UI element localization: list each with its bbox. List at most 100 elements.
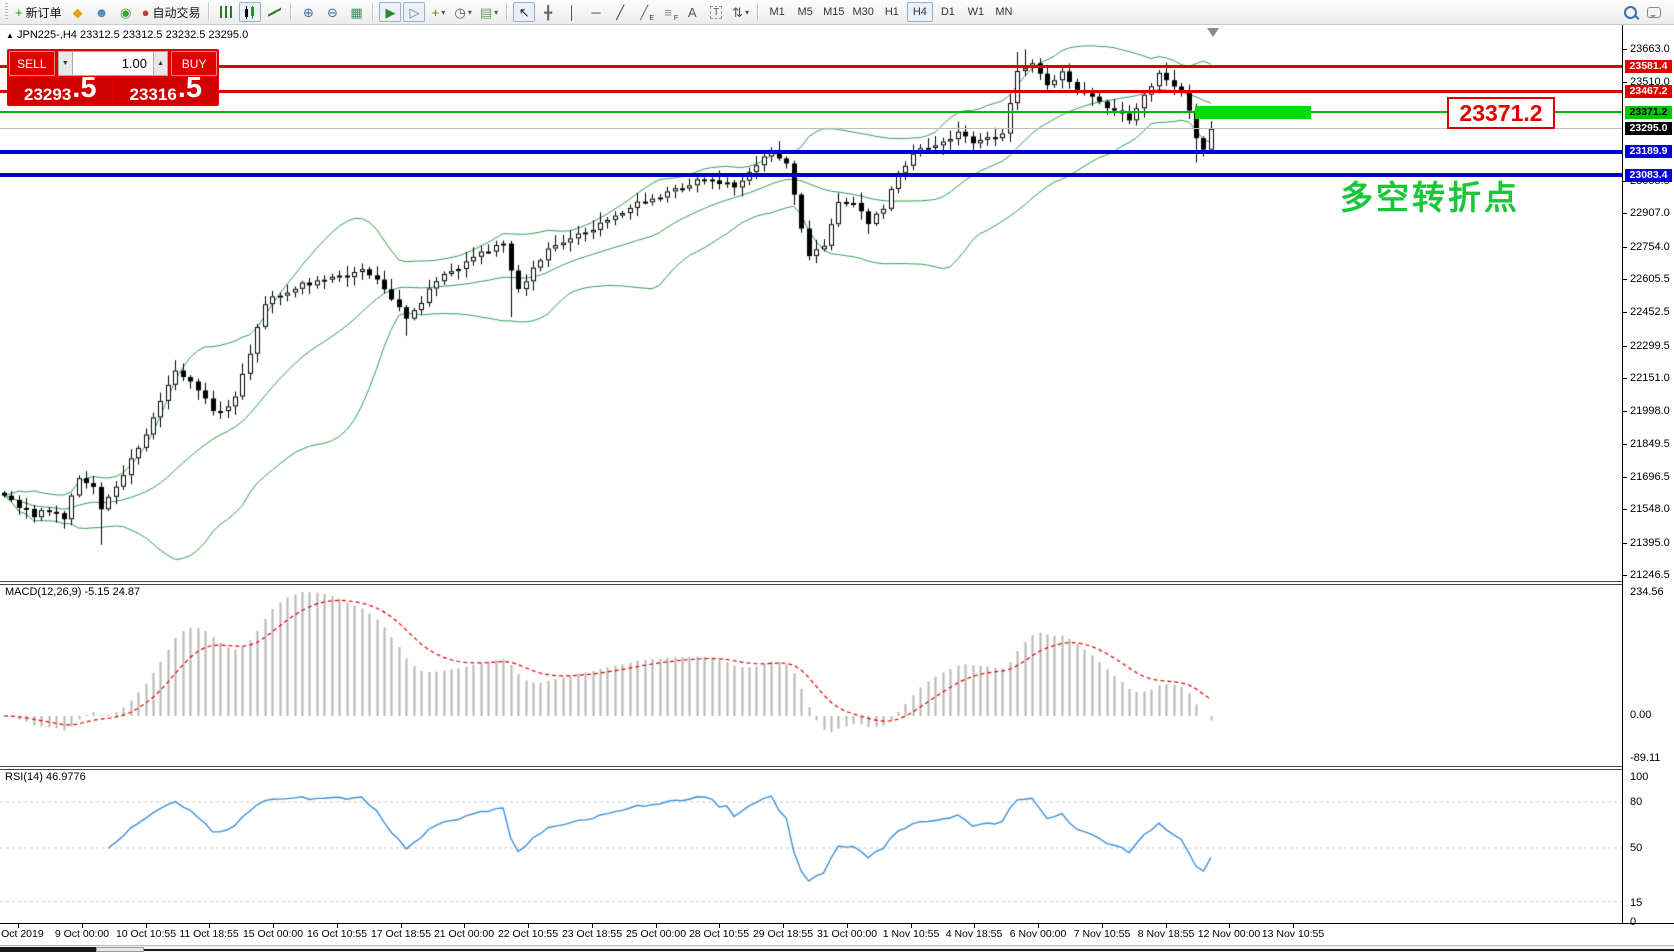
price-tag: 23467.2 — [1625, 85, 1672, 98]
timeframe-h4-button[interactable]: H4 — [906, 2, 933, 22]
symbol-timeframe: JPN225-,H4 — [16, 29, 77, 41]
sell-button[interactable]: SELL — [9, 51, 55, 76]
sell-price[interactable]: 23293 .5 — [9, 74, 112, 104]
indicators-button[interactable]: + ▾ — [427, 2, 449, 22]
price-tick-label: 21395.0 — [1630, 537, 1670, 549]
symbol-dropdown-icon[interactable]: ▲ — [6, 31, 14, 40]
scrollbar-track-line — [96, 949, 1674, 951]
auto-trading-button[interactable]: ● 自动交易 — [139, 2, 204, 22]
turning-point-annotation[interactable]: 多空转折点 — [1340, 171, 1520, 219]
horizontal-level-line[interactable] — [0, 128, 1622, 129]
chart-shift-button[interactable]: ▷ — [403, 2, 426, 22]
price-tag: 23581.4 — [1625, 60, 1672, 73]
equidistant-channel-button[interactable]: ╱ E — [633, 2, 655, 23]
price-annotation-box[interactable]: 23371.2 — [1447, 97, 1555, 129]
price-tick — [1622, 509, 1627, 510]
vertical-line-button[interactable]: │ — [561, 2, 583, 22]
timeframe-mn-button[interactable]: MN — [991, 2, 1017, 22]
volume-down-button[interactable]: ▼ — [57, 51, 73, 76]
timeframe-h1-button[interactable]: H1 — [879, 2, 905, 22]
text-button[interactable]: A — [681, 2, 703, 22]
profile-icon[interactable]: ☻ — [91, 2, 113, 22]
zoom-out-button[interactable]: ⊖ — [321, 2, 343, 22]
dropdown-arrow-icon[interactable]: ▾ — [441, 8, 445, 17]
horizontal-level-line[interactable] — [0, 90, 1622, 93]
horizontal-level-line[interactable] — [0, 150, 1622, 154]
bar-chart-button[interactable] — [215, 2, 237, 22]
new-order-icon: + — [15, 4, 23, 20]
text-label-button[interactable]: T — [705, 2, 727, 22]
main-chart-canvas[interactable] — [0, 25, 1622, 582]
arrows-button[interactable]: ⇅ ▾ — [729, 2, 752, 22]
zoom-out-icon: ⊖ — [327, 4, 338, 20]
macd-canvas[interactable] — [0, 584, 1622, 766]
horizontal-line-button[interactable]: ─ — [585, 2, 607, 22]
timeframe-m30-button[interactable]: M30 — [849, 2, 876, 22]
rsi-canvas[interactable] — [0, 769, 1622, 924]
cursor-button[interactable]: ↖ — [513, 2, 536, 22]
price-tick — [1622, 444, 1627, 445]
chat-button[interactable] — [1643, 2, 1665, 22]
zoom-in-button[interactable]: ⊕ — [297, 2, 319, 22]
fibonacci-button[interactable]: ≡ F — [657, 2, 679, 23]
deposit-icon: ◆ — [72, 4, 83, 20]
deposit-icon[interactable]: ◆ — [67, 2, 89, 22]
periods-icon: ◷ — [454, 4, 466, 20]
timeframe-m1-button[interactable]: M1 — [764, 2, 790, 22]
price-tick — [1622, 312, 1627, 313]
horizontal-scrollbar[interactable] — [0, 945, 1674, 952]
dropdown-arrow-icon[interactable]: ▾ — [745, 8, 749, 17]
zoom-in-icon: ⊕ — [303, 4, 314, 20]
tile-windows-button[interactable]: ▦ — [345, 2, 367, 22]
volume-up-button[interactable]: ▲ — [153, 51, 169, 76]
search-button[interactable] — [1619, 2, 1641, 22]
price-tick — [1622, 213, 1627, 214]
price-tick-label: 21246.5 — [1630, 569, 1670, 581]
highlight-rectangle[interactable] — [1195, 106, 1311, 119]
rsi-tick-label: 80 — [1630, 796, 1643, 808]
rsi-tick-label: 100 — [1630, 771, 1649, 783]
horizontal-line-icon: ─ — [591, 4, 601, 20]
trendline-button[interactable]: ╱ — [609, 2, 631, 22]
templates-icon: ▤ — [479, 4, 493, 20]
new-order-button[interactable]: + 新订单 — [12, 2, 65, 22]
price-tick — [1622, 247, 1627, 248]
macd-label: MACD(12,26,9) -5.15 24.87 — [5, 586, 141, 598]
ohlc-values: 23312.5 23312.5 23232.5 23295.0 — [79, 29, 249, 41]
macd-tick-label: -89.11 — [1630, 752, 1661, 764]
price-tick-label: 21548.0 — [1630, 503, 1670, 515]
price-tick-label: 22754.0 — [1630, 241, 1670, 253]
scrollbar-thumb[interactable] — [96, 947, 144, 952]
horizontal-level-line[interactable] — [0, 111, 1622, 113]
profile-icon: ☻ — [94, 4, 109, 20]
price-tick — [1622, 411, 1627, 412]
timeframe-w1-button[interactable]: W1 — [963, 2, 989, 22]
auto-scroll-button[interactable]: ▶ — [379, 2, 402, 22]
timeframe-m15-button[interactable]: M15 — [820, 2, 847, 22]
dropdown-arrow-icon[interactable]: ▾ — [468, 8, 472, 17]
signals-icon[interactable]: ◉ — [115, 2, 137, 22]
timeframe-m5-button[interactable]: M5 — [792, 2, 818, 22]
horizontal-level-line[interactable] — [0, 65, 1622, 68]
candlestick-chart-button[interactable] — [239, 2, 262, 22]
templates-button[interactable]: ▤ ▾ — [477, 2, 501, 22]
cursor-icon: ↖ — [518, 4, 530, 20]
crosshair-button[interactable]: ╋ — [537, 2, 559, 22]
price-tick-label: 22151.0 — [1630, 372, 1670, 384]
periods-button[interactable]: ◷ ▾ — [451, 2, 474, 22]
price-tick-label: 21998.0 — [1630, 405, 1670, 417]
line-chart-button[interactable] — [263, 2, 285, 22]
dropdown-arrow-icon[interactable]: ▾ — [494, 8, 498, 17]
time-tick-label: 13 Nov 10:55 — [1261, 928, 1325, 940]
price-tick-label: 23663.0 — [1630, 43, 1670, 55]
pane-separator[interactable] — [0, 766, 1622, 770]
timeframe-d1-button[interactable]: D1 — [935, 2, 961, 22]
chart-shift-marker[interactable] — [1207, 28, 1219, 37]
scrollbar-track — [0, 947, 96, 952]
main-toolbar: + 新订单 ◆ ☻ ◉ ● 自动交易 ⊕ ⊖ ▦ ▶ ▷ + ▾ ◷ ▾ ▤ ▾ ↖ ╋ │ ─ ╱ ╱ E ≡ F A T ⇅ ▾ M1 M5… — [0, 0, 1674, 25]
one-click-trade-panel: SELL ▼ ▲ BUY 23293 .5 23316 .5 — [7, 49, 219, 106]
price-axis-line — [1622, 25, 1623, 924]
buy-price[interactable]: 23316 .5 — [114, 74, 217, 104]
bar-chart-icon — [220, 6, 233, 18]
pane-separator[interactable] — [0, 581, 1622, 585]
